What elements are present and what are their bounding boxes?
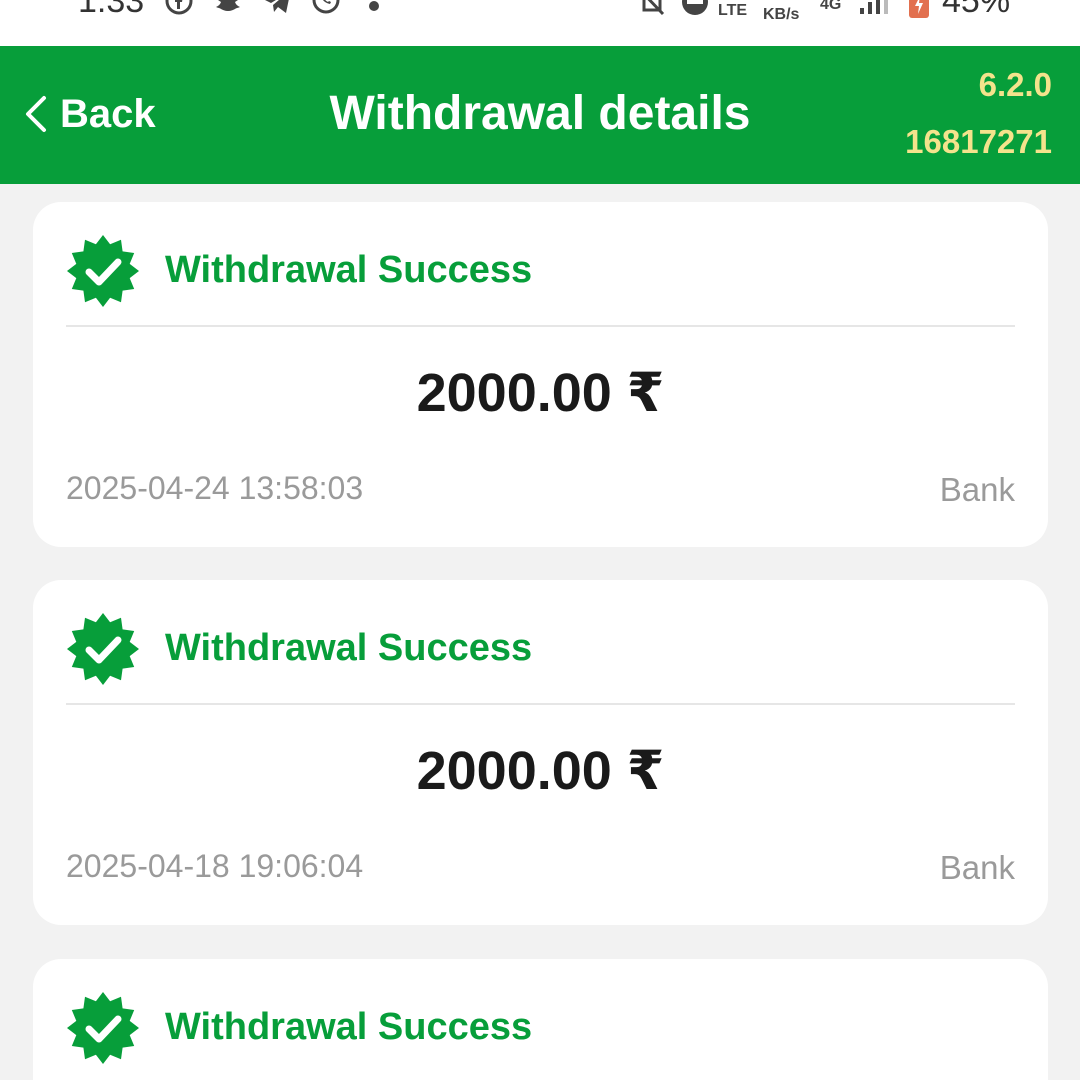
lte-label: LTE (718, 2, 748, 19)
verified-check-badge-icon (67, 235, 139, 307)
telegram-icon (265, 0, 289, 13)
speed-label: KB/s (763, 6, 800, 23)
withdrawal-status: Withdrawal Success (165, 1006, 533, 1048)
withdrawal-date: 2025-04-24 13:58:03 (66, 470, 364, 506)
app-version: 6.2.0 (978, 66, 1052, 103)
battery-percentage: 45% (942, 0, 1011, 20)
withdrawal-card[interactable]: Withdrawal Success 2000.00 ₹ 2025-04-24 … (33, 202, 1048, 547)
withdrawal-status: Withdrawal Success (165, 627, 533, 669)
battery-icon (909, 0, 929, 18)
divider (66, 325, 1015, 327)
notification-dot-icon (369, 1, 379, 11)
snapchat-icon (216, 0, 240, 11)
whatsapp-icon (312, 0, 340, 14)
mute-bell-icon (642, 0, 665, 16)
withdrawal-date: 2025-04-18 19:06:04 (66, 848, 364, 884)
do-not-disturb-icon (682, 0, 708, 15)
verified-check-badge-icon (67, 613, 139, 685)
withdrawal-amount: 2000.00 ₹ (416, 741, 665, 801)
network-label: 4G (820, 0, 842, 13)
withdrawal-method: Bank (939, 471, 1015, 508)
withdrawal-amount: 2000.00 ₹ (416, 363, 665, 423)
facebook-icon (165, 0, 193, 15)
divider (66, 703, 1015, 705)
withdrawal-method: Bank (939, 849, 1015, 886)
user-id: 16817271 (905, 123, 1052, 160)
withdrawal-card[interactable]: Withdrawal Success (33, 959, 1048, 1080)
withdrawal-card[interactable]: Withdrawal Success 2000.00 ₹ 2025-04-18 … (33, 580, 1048, 925)
status-time: 1:33 (78, 0, 145, 20)
header-bar: Back Withdrawal details 6.2.0 16817271 (0, 46, 1080, 184)
status-bar: 1:33 LTE KB/s 4G 45% (0, 0, 1080, 46)
signal-strength-icon (860, 0, 888, 14)
withdrawal-status: Withdrawal Success (165, 249, 533, 291)
verified-check-badge-icon (67, 992, 139, 1064)
